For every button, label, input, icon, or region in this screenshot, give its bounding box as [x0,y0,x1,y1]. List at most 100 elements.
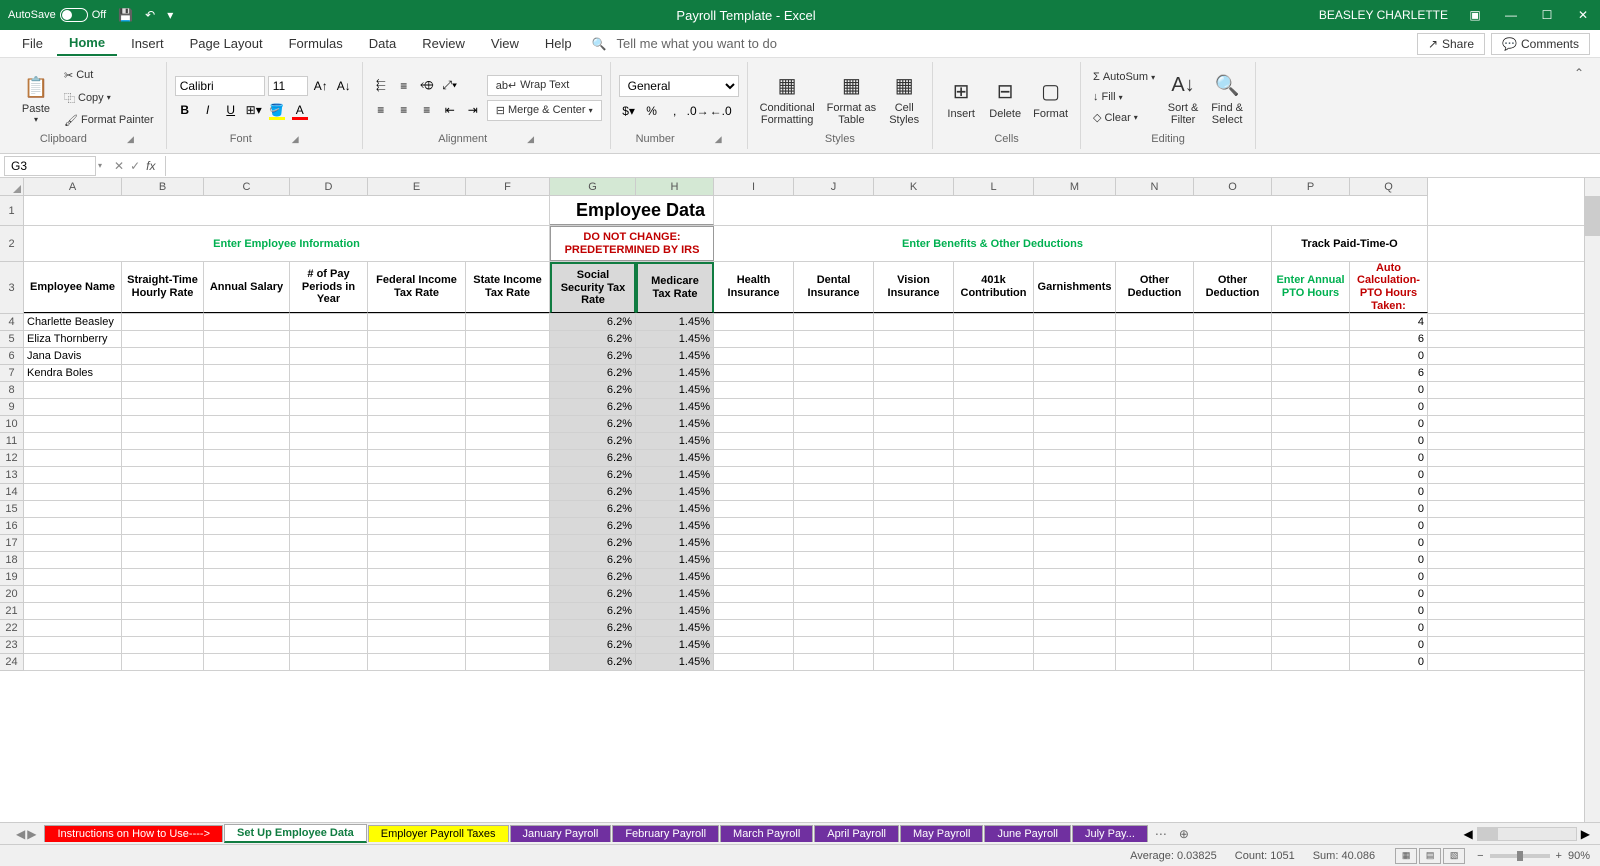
cell[interactable] [794,620,874,636]
cell[interactable]: 1.45% [636,501,714,517]
cell[interactable]: 0 [1350,586,1428,602]
cell[interactable] [714,433,794,449]
cell[interactable] [24,382,122,398]
cell[interactable] [368,314,466,330]
cell[interactable] [874,416,954,432]
cell[interactable]: 6.2% [550,518,636,534]
cell[interactable] [1116,603,1194,619]
cell[interactable] [122,484,204,500]
cell[interactable] [874,484,954,500]
cell[interactable] [466,586,550,602]
cell[interactable]: Dental Insurance [794,262,874,313]
font-name-select[interactable] [175,76,265,96]
cell[interactable] [1272,365,1350,381]
cell[interactable] [466,467,550,483]
cell[interactable] [794,569,874,585]
cell[interactable]: 1.45% [636,586,714,602]
cell[interactable] [1272,484,1350,500]
hscroll-left-icon[interactable]: ◀ [1464,827,1473,841]
cell[interactable] [466,382,550,398]
cell[interactable] [290,314,368,330]
cell[interactable] [368,518,466,534]
row-header-6[interactable]: 6 [0,348,23,365]
cell[interactable] [714,365,794,381]
cell[interactable] [122,637,204,653]
cell[interactable]: 1.45% [636,552,714,568]
cell[interactable] [1034,416,1116,432]
zoom-in-icon[interactable]: + [1556,850,1562,862]
menu-insert[interactable]: Insert [119,32,176,55]
cell[interactable] [290,467,368,483]
menu-page-layout[interactable]: Page Layout [178,32,275,55]
cell[interactable] [368,484,466,500]
cell[interactable] [1116,535,1194,551]
cell[interactable]: 0 [1350,348,1428,364]
cell[interactable]: 1.45% [636,433,714,449]
cell[interactable] [1034,314,1116,330]
tab-employer-taxes[interactable]: Employer Payroll Taxes [368,825,509,842]
menu-data[interactable]: Data [357,32,408,55]
cell[interactable] [290,501,368,517]
cell[interactable] [874,382,954,398]
decrease-font-icon[interactable]: A↓ [334,76,354,96]
cell[interactable] [874,586,954,602]
cell[interactable]: 6.2% [550,467,636,483]
cell[interactable] [204,382,290,398]
cell[interactable] [714,382,794,398]
cell[interactable]: Eliza Thornberry [24,331,122,347]
cell[interactable] [290,518,368,534]
cell[interactable] [204,637,290,653]
page-layout-icon[interactable]: ▤ [1419,848,1441,864]
cell[interactable]: Track Paid-Time-O [1272,226,1428,261]
increase-decimal-icon[interactable]: .0→ [688,101,708,121]
minimize-icon[interactable]: — [1502,6,1520,24]
column-header-H[interactable]: H [636,178,714,195]
tab-july[interactable]: July Pay... [1072,825,1148,842]
cell[interactable] [1272,586,1350,602]
cell[interactable]: 6.2% [550,416,636,432]
cell[interactable] [204,501,290,517]
row-header-11[interactable]: 11 [0,433,23,450]
add-sheet-icon[interactable]: ⊕ [1173,825,1195,843]
conditional-formatting-button[interactable]: ▦Conditional Formatting [756,68,819,128]
comma-icon[interactable]: , [665,101,685,121]
cell[interactable]: Enter Benefits & Other Deductions [714,226,1272,261]
row-header-2[interactable]: 2 [0,226,23,262]
cell[interactable]: 1.45% [636,467,714,483]
cell[interactable]: Enter Employee Information [24,226,550,261]
cell[interactable] [1194,620,1272,636]
cell[interactable] [714,518,794,534]
cell[interactable]: 6.2% [550,331,636,347]
cell[interactable]: 6.2% [550,433,636,449]
cell[interactable] [466,416,550,432]
cell[interactable] [954,450,1034,466]
cell[interactable]: 6.2% [550,382,636,398]
column-header-L[interactable]: L [954,178,1034,195]
cell[interactable] [122,365,204,381]
cell[interactable] [1272,501,1350,517]
cell[interactable]: 1.45% [636,620,714,636]
cell[interactable]: Kendra Boles [24,365,122,381]
cell[interactable] [122,433,204,449]
cell[interactable] [204,331,290,347]
tab-employee-data[interactable]: Set Up Employee Data [224,824,367,843]
horizontal-scrollbar[interactable] [1477,827,1577,841]
cell[interactable] [794,433,874,449]
cell[interactable] [24,535,122,551]
cell[interactable] [368,501,466,517]
cell[interactable] [466,603,550,619]
cell[interactable] [204,603,290,619]
cell[interactable] [466,348,550,364]
cell[interactable]: 1.45% [636,450,714,466]
row-header-23[interactable]: 23 [0,637,23,654]
row-header-17[interactable]: 17 [0,535,23,552]
cell[interactable] [874,518,954,534]
cell[interactable] [290,450,368,466]
cell[interactable] [1034,569,1116,585]
cell[interactable]: 6.2% [550,399,636,415]
cell[interactable] [1116,348,1194,364]
menu-review[interactable]: Review [410,32,477,55]
cell[interactable]: 0 [1350,637,1428,653]
row-header-20[interactable]: 20 [0,586,23,603]
decrease-decimal-icon[interactable]: ←.0 [711,101,731,121]
